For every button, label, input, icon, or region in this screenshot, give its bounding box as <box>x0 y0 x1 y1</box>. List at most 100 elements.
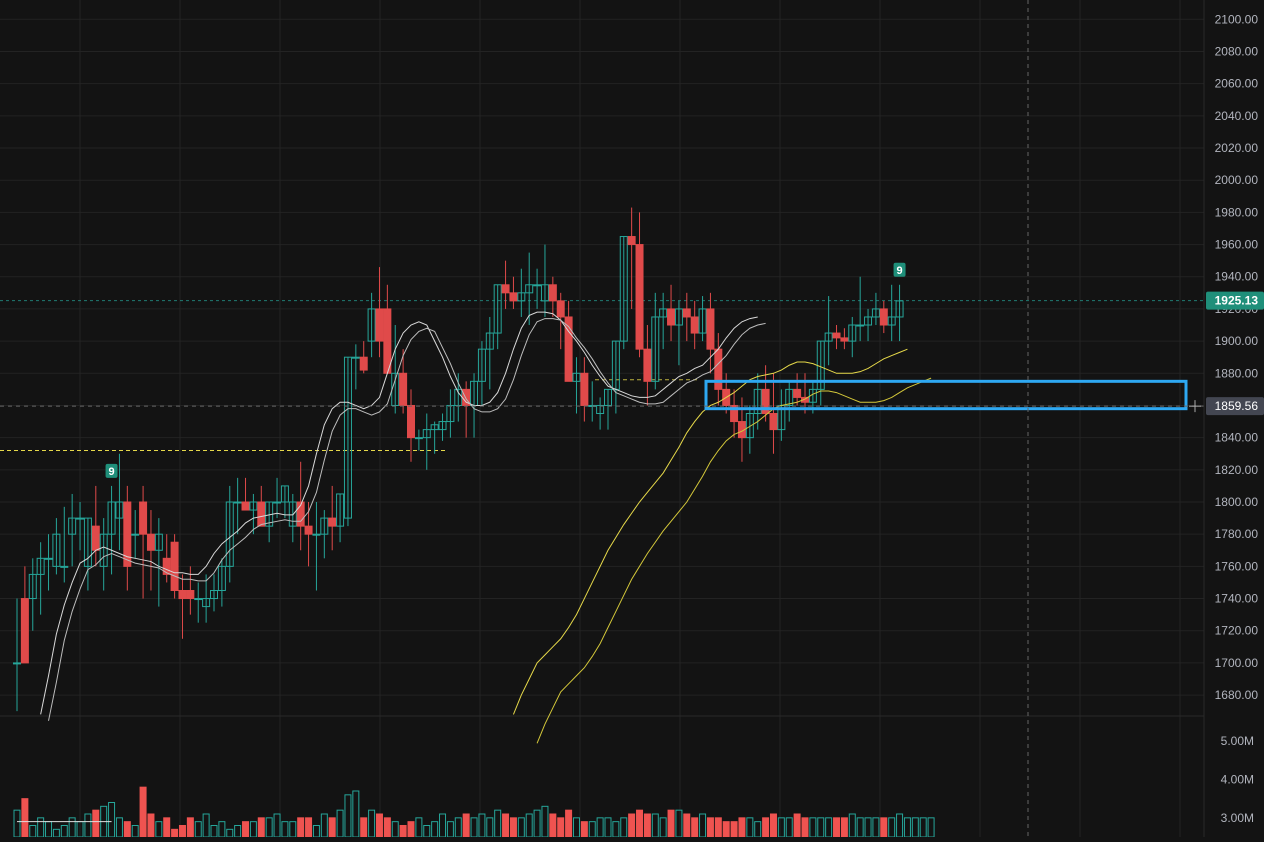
candle-body <box>312 533 321 536</box>
price-axis[interactable]: 2100.00 2080.00 2060.00 2040.00 2020.00 2000.… <box>1203 0 1264 837</box>
volume-bar <box>242 821 250 838</box>
candle-body <box>635 244 644 350</box>
volume-bar <box>360 817 368 838</box>
candle-body <box>399 372 408 406</box>
candle-body <box>273 501 282 504</box>
price-tick-label: 1700.00 <box>1215 656 1259 670</box>
volume-bar <box>762 817 770 838</box>
volume-bar <box>171 828 179 838</box>
candle-body <box>359 356 368 371</box>
candle-body <box>548 284 557 302</box>
candle-body <box>233 501 242 504</box>
candle-body <box>257 501 266 527</box>
candle-body <box>60 565 69 568</box>
price-tick-label: 2080.00 <box>1215 44 1259 58</box>
price-tick-label: 1780.00 <box>1215 527 1259 541</box>
price-tick-label: 2000.00 <box>1215 173 1259 187</box>
candle-body <box>178 589 187 600</box>
candle-body <box>832 332 841 339</box>
candle-body <box>351 356 360 359</box>
volume-bar <box>549 813 557 838</box>
chart-canvas[interactable]: 9 9 2100.00 2080.00 2060.00 2040.00 2020.00 20… <box>0 0 1264 838</box>
price-tick-label: 2040.00 <box>1215 109 1259 123</box>
candle-body <box>139 501 148 535</box>
candle-body <box>162 557 171 575</box>
candle-body <box>856 324 865 327</box>
volume-bar <box>833 817 841 838</box>
candle-body <box>241 501 250 511</box>
price-tick-label: 1880.00 <box>1215 366 1259 380</box>
volume-bar <box>462 813 470 838</box>
candle-body <box>20 598 29 664</box>
price-tick-label: 1820.00 <box>1215 463 1259 477</box>
candle-body <box>375 308 384 342</box>
volume-bar <box>123 821 131 838</box>
volume-bar <box>557 817 565 838</box>
candle-body <box>769 413 778 431</box>
candlestick-chart[interactable]: 9 9 2100.00 2080.00 2060.00 2040.00 2020.00 20… <box>0 0 1264 838</box>
candle-body <box>509 292 518 302</box>
volume-bar <box>257 817 265 838</box>
candle-body <box>186 589 195 600</box>
current-price-label: 1925.13 <box>1215 294 1259 308</box>
candle-body <box>383 308 392 374</box>
volume-bar <box>667 809 675 838</box>
volume-bar <box>580 821 588 838</box>
volume-bar <box>793 813 801 838</box>
candle-body <box>556 300 565 318</box>
price-tick-label: 1760.00 <box>1215 559 1259 573</box>
candle-body <box>879 308 888 326</box>
signal-marker: 9 <box>105 463 118 478</box>
signal-marker-label: 9 <box>108 466 114 478</box>
volume-bar <box>92 809 100 838</box>
candle-body <box>793 388 802 398</box>
price-tick-label: 1960.00 <box>1215 238 1259 252</box>
volume-bar <box>714 817 722 838</box>
volume-bar <box>509 817 517 838</box>
candle-body <box>194 598 203 601</box>
candle-body <box>627 236 636 246</box>
volume-bar <box>683 813 691 838</box>
price-tick-label: 1840.00 <box>1215 431 1259 445</box>
volume-bar <box>738 817 746 838</box>
volume-bar <box>636 809 644 838</box>
volume-bar <box>840 817 848 838</box>
candle-body <box>328 517 337 527</box>
candle-body <box>304 525 313 535</box>
volume-tick-label: 4.00M <box>1221 773 1254 787</box>
volume-bar <box>186 817 194 838</box>
volume-bar <box>407 821 415 838</box>
price-tick-label: 2060.00 <box>1215 77 1259 91</box>
candle-body <box>44 557 53 560</box>
signal-marker: 9 <box>893 262 906 277</box>
signal-marker-label: 9 <box>896 265 902 277</box>
volume-bar <box>139 786 147 838</box>
volume-bar <box>297 817 305 838</box>
candle-body <box>501 284 510 294</box>
candle-body <box>682 308 691 318</box>
candle-body <box>714 348 723 390</box>
price-tick-label: 2020.00 <box>1215 141 1259 155</box>
candle-body <box>533 284 542 287</box>
volume-bar <box>147 813 155 838</box>
volume-bar <box>178 825 186 838</box>
volume-bar <box>21 798 29 838</box>
candle-body <box>643 348 652 382</box>
candle-body <box>91 525 100 551</box>
candle-body <box>131 533 140 536</box>
price-tick-label: 1980.00 <box>1215 205 1259 219</box>
volume-bar <box>305 817 313 838</box>
candle-body <box>667 308 676 326</box>
volume-tick-label: 3.00M <box>1221 811 1254 825</box>
crosshair-price-label: 1859.56 <box>1215 399 1259 413</box>
price-tick-label: 2100.00 <box>1215 12 1259 26</box>
volume-bar <box>328 817 336 838</box>
candle-body <box>13 662 21 665</box>
price-tick-label: 1800.00 <box>1215 495 1259 509</box>
candle-body <box>580 372 589 406</box>
price-tick-label: 1900.00 <box>1215 334 1259 348</box>
axis-background <box>1204 0 1264 837</box>
volume-bar <box>628 813 636 838</box>
volume-bar <box>375 813 383 838</box>
volume-bar <box>399 825 407 838</box>
